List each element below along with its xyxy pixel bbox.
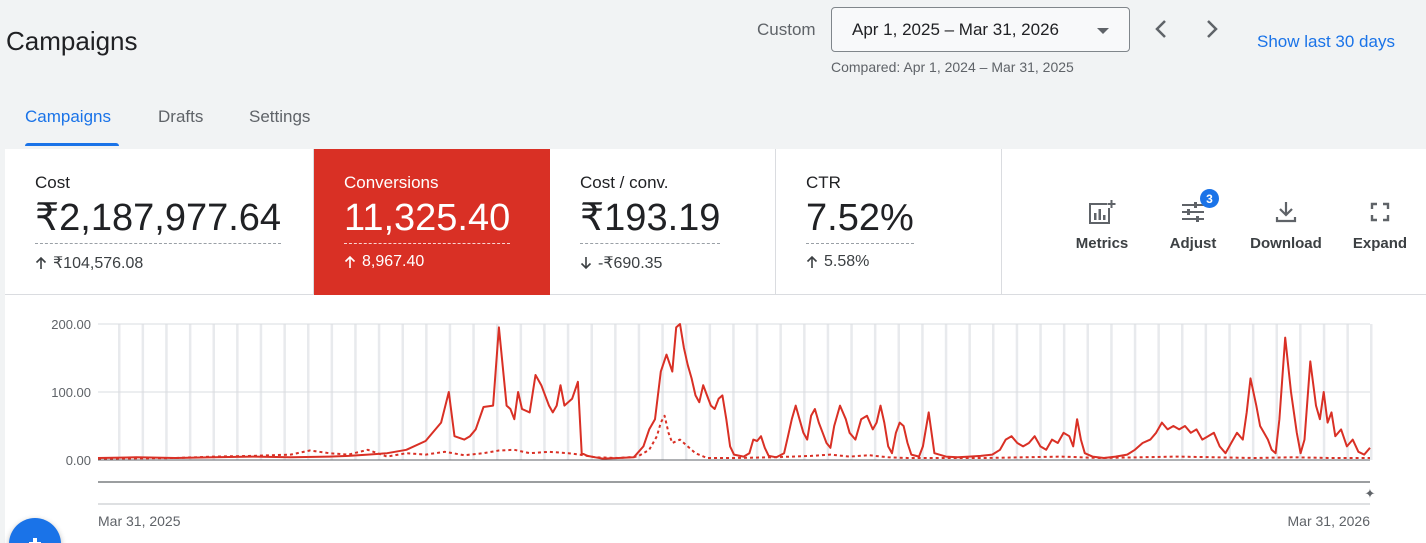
scorecard-label: Cost [35,173,70,192]
expand-button[interactable]: Expand [1340,197,1420,252]
tab-settings[interactable]: Settings [249,98,310,146]
scorecard-row: Cost ₹2,187,977.64 ₹104,576.08 Conversio… [5,149,1426,295]
y-tick-label: 200.00 [51,317,91,332]
performance-panel: Cost ₹2,187,977.64 ₹104,576.08 Conversio… [5,149,1426,543]
metrics-chart-icon [1089,199,1116,224]
expand-label: Expand [1352,235,1408,252]
active-tab-indicator [25,143,119,146]
adjust-count-badge: 3 [1200,189,1219,208]
chevron-left-icon [1155,20,1166,38]
date-range-type-label: Custom [757,20,816,39]
sparkle-icon: ✦ [1365,486,1376,501]
scorecard-value: ₹2,187,977.64 [35,195,282,244]
week-gridline [1370,324,1373,460]
scorecard-value: 7.52% [806,195,914,244]
tab-campaigns[interactable]: Campaigns [25,98,119,146]
scorecard-delta-value: -₹690.35 [598,255,663,272]
tab-label: Campaigns [25,107,111,126]
scorecard-ctr[interactable]: CTR 7.52% 5.58% [776,149,1002,295]
date-range-value: Apr 1, 2025 – Mar 31, 2026 [852,19,1059,39]
tab-drafts[interactable]: Drafts [158,98,203,146]
scorecard-delta: 5.58% [806,253,869,271]
arrow-up-icon [806,255,818,268]
page-title: Campaigns [6,26,138,56]
scorecard-delta-value: 5.58% [824,253,870,270]
arrow-up-icon [35,256,47,269]
scorecard-value: ₹193.19 [580,195,721,244]
y-tick-label: 0.00 [66,453,91,468]
scorecard-delta: 8,967.40 [344,253,424,271]
scorecard-value: 11,325.40 [344,195,511,244]
scorecard-delta-value: 8,967.40 [362,253,425,270]
scorecard-delta-value: ₹104,576.08 [53,255,144,272]
tab-label: Drafts [158,107,204,126]
scorecard-label: Conversions [344,173,439,192]
chevron-right-icon [1207,20,1218,38]
scorecard-label: CTR [806,173,841,192]
scorecard-label: Cost / conv. [580,173,669,192]
adjust-button[interactable]: 3 Adjust [1153,189,1233,252]
tab-label: Settings [249,107,311,126]
download-button[interactable]: Download [1246,197,1326,252]
scorecard-cost-per-conv[interactable]: Cost / conv. ₹193.19 -₹690.35 [550,149,776,295]
x-tick-label: Mar 31, 2026 [1288,513,1371,529]
scorecard-delta: -₹690.35 [580,253,662,273]
adjust-label: Adjust [1169,235,1217,252]
date-range-select[interactable]: Apr 1, 2025 – Mar 31, 2026 [831,7,1130,52]
metrics-button[interactable]: Metrics [1062,197,1142,252]
comparison-range: Compared: Apr 1, 2024 – Mar 31, 2025 [831,59,1074,75]
line-chart: 0.00 100.00 200.00 ✦ Mar 31, 2025 Mar 31, 202… [51,317,1376,529]
scorecard-cost[interactable]: Cost ₹2,187,977.64 ₹104,576.08 [5,149,314,295]
dropdown-arrow-icon [1097,28,1109,34]
previous-period-button[interactable] [1146,14,1176,44]
y-tick-label: 100.00 [51,385,91,400]
conversions-chart: 0.00 100.00 200.00 ✦ Mar 31, 2025 Mar 31, 202… [5,295,1426,543]
download-icon [1275,202,1297,223]
metrics-label: Metrics [1075,235,1129,252]
x-tick-label: Mar 31, 2025 [98,513,181,529]
scorecard-conversions[interactable]: Conversions 11,325.40 8,967.40 [314,149,550,295]
scorecard-delta: ₹104,576.08 [35,253,143,273]
show-last-30-days-link[interactable]: Show last 30 days [1257,32,1395,52]
arrow-down-icon [580,257,592,270]
arrow-up-icon [344,255,356,268]
next-period-button[interactable] [1197,14,1227,44]
fullscreen-icon [1370,202,1390,222]
download-label: Download [1250,235,1322,252]
